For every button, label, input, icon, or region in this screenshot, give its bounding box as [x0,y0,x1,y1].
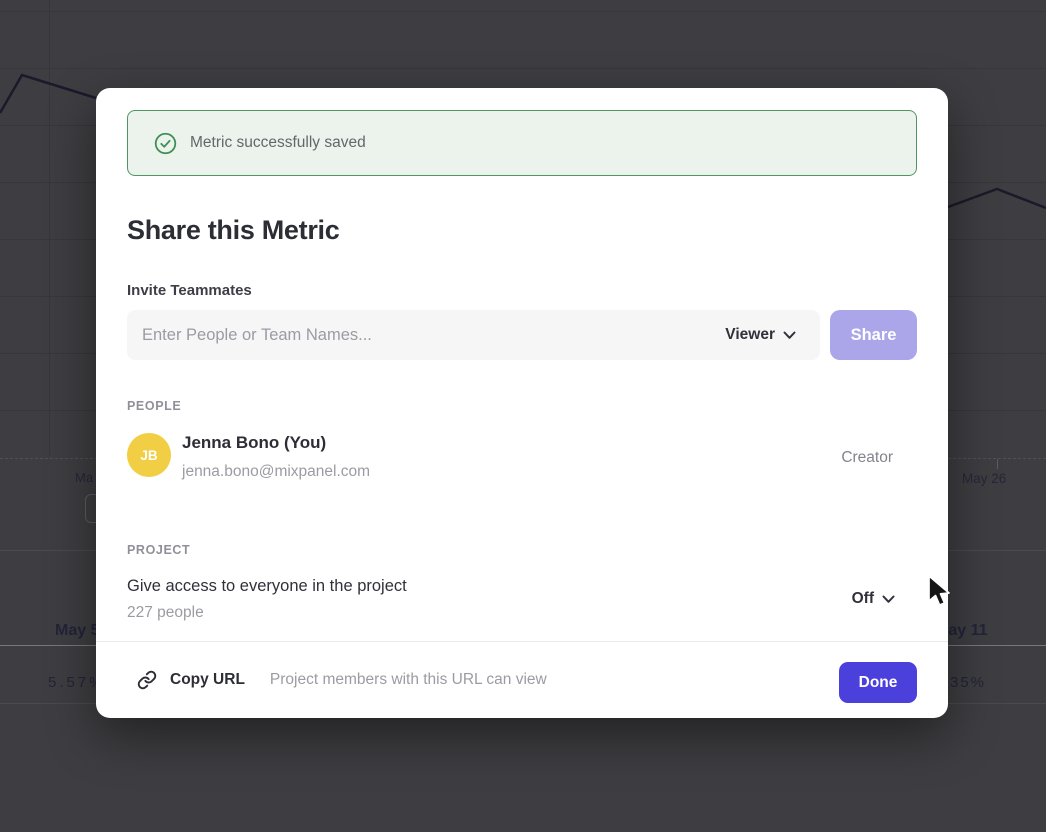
table-date-cell: May 5 [55,622,99,640]
invite-people-input[interactable] [142,326,713,345]
project-section-heading: PROJECT [127,543,190,557]
chevron-down-icon [882,595,895,604]
avatar: JB [127,433,171,477]
success-banner-message: Metric successfully saved [190,134,366,152]
invite-teammates-label: Invite Teammates [127,282,252,299]
member-name: Jenna Bono (You) [182,433,326,453]
modal-footer: Copy URL Project members with this URL c… [96,641,948,718]
url-permission-hint: Project members with this URL can view [270,671,547,689]
screen: Ma May 26 1 May 5 May 11 5.57% 35% Metri… [0,0,1046,832]
project-access-dropdown[interactable]: Off [852,590,895,608]
chart-date-label: Ma [75,470,93,485]
link-icon [137,670,157,690]
chart-date-label: May 26 [962,471,1006,486]
member-email: jenna.bono@mixpanel.com [182,463,370,481]
check-circle-icon [154,132,177,155]
share-metric-modal: Metric successfully saved Share this Met… [96,88,948,718]
invite-input-container: Viewer [127,310,820,360]
copy-url-label: Copy URL [170,671,245,689]
chevron-down-icon [783,331,796,340]
project-access-count: 227 people [127,604,204,622]
done-button[interactable]: Done [839,662,917,703]
member-role-label: Creator [841,449,893,467]
share-button[interactable]: Share [830,310,917,360]
role-dropdown-value: Viewer [725,326,775,344]
copy-url-button[interactable]: Copy URL [137,670,245,690]
table-value-cell: 35% [950,674,986,691]
success-banner: Metric successfully saved [127,110,917,176]
project-access-value: Off [852,590,874,608]
mouse-cursor [921,572,951,610]
people-section-heading: PEOPLE [127,399,181,413]
modal-title: Share this Metric [127,215,339,246]
project-access-title: Give access to everyone in the project [127,577,407,596]
role-dropdown[interactable]: Viewer [713,326,796,344]
